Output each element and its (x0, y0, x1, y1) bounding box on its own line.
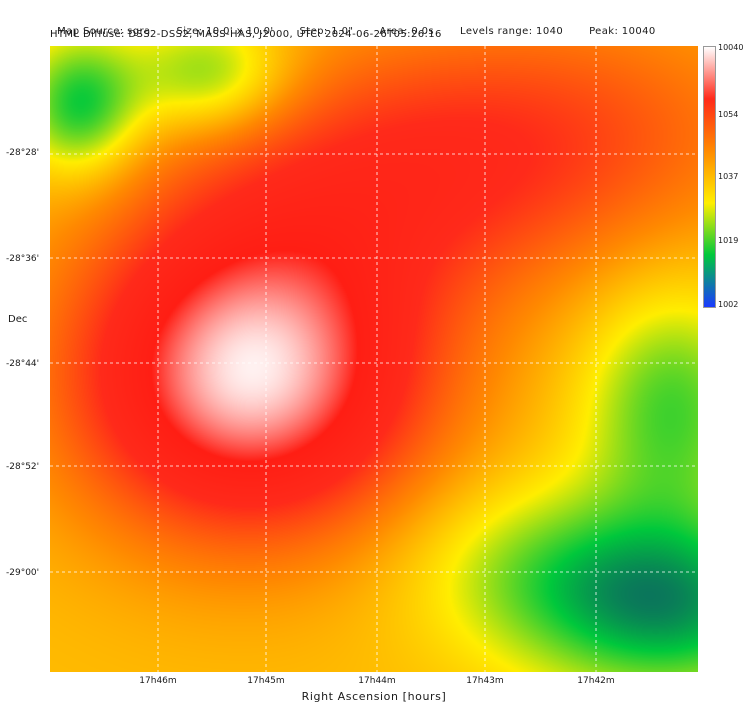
y-tick-label: -28°44' (6, 359, 40, 369)
x-tick-label: 17h43m (466, 676, 504, 686)
colorbar-tick: 1037 (718, 172, 739, 181)
grid-overlay (50, 46, 698, 672)
y-axis-label: Dec (8, 314, 28, 325)
header-peak: Peak: 10040 (589, 26, 656, 37)
y-tick-label: -28°36' (6, 254, 40, 264)
x-axis-label: Right Ascension [hours] (301, 690, 447, 703)
y-tick-label: -28°28' (6, 148, 40, 158)
heatmap-plot-area[interactable] (50, 46, 698, 672)
header-line-2: HTML Diffuse: DSS2-DSS2, MASS-HAS, J2000… (50, 29, 442, 40)
colorbar-tick: 1054 (718, 110, 739, 119)
y-tick-label: -28°52' (6, 462, 40, 472)
colorbar (703, 46, 716, 308)
y-tick-label: -29°00' (6, 568, 40, 578)
x-tick-label: 17h45m (247, 676, 285, 686)
x-tick-label: 17h44m (358, 676, 396, 686)
x-tick-label: 17h42m (577, 676, 615, 686)
colorbar-tick: 10040 (718, 43, 744, 52)
header-levels: Levels range: 1040 (460, 26, 564, 37)
x-tick-label: 17h46m (139, 676, 177, 686)
colorbar-tick: 1019 (718, 236, 739, 245)
colorbar-tick: 1002 (718, 300, 739, 309)
